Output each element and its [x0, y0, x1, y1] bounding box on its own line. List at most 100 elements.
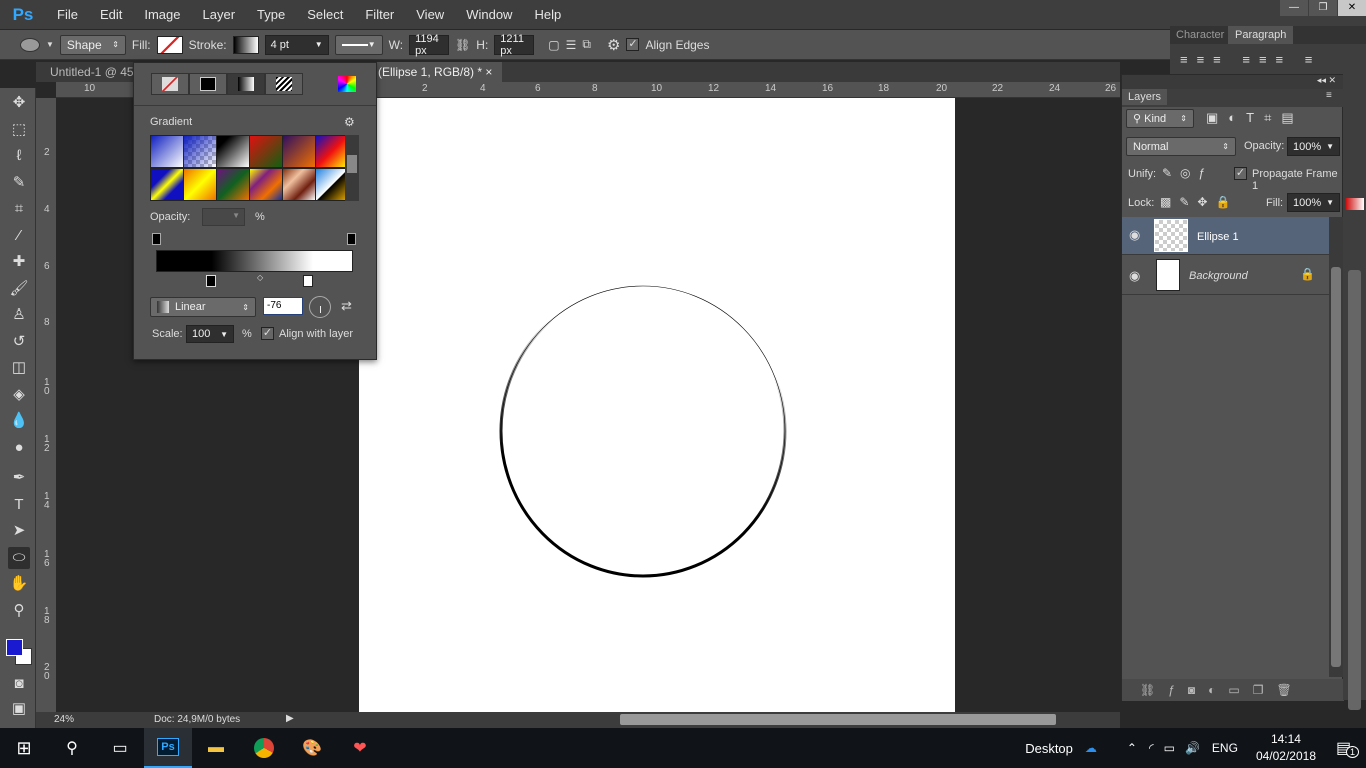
gradient-preset-copper[interactable] [283, 168, 315, 200]
layer-fill-input[interactable]: 100% ▼ [1287, 193, 1340, 212]
panel-menu-icon[interactable]: ≡ [1326, 90, 1332, 101]
minimize-button[interactable]: — [1280, 0, 1308, 16]
layers-footer-buttons[interactable]: ⛓ƒ◙◐▭❐🗑 [1122, 679, 1344, 701]
layer-opacity-input[interactable]: 100% ▼ [1287, 137, 1340, 156]
link-icon[interactable]: ⛓ [455, 38, 470, 52]
history-brush-tool-icon[interactable]: ↺ [8, 331, 30, 353]
volume-icon[interactable]: 🔊 [1185, 741, 1200, 755]
panel-collapse-close[interactable]: ◂◂ ✕ [1122, 75, 1344, 89]
zoom-level[interactable]: 24% [54, 714, 74, 725]
layer-filter-select[interactable]: ⚲ Kind ⇕ [1126, 109, 1194, 128]
path-select-tool-icon[interactable]: ➤ [8, 520, 30, 542]
presets-scrollbar[interactable] [345, 135, 359, 201]
tab-active-document[interactable]: (Ellipse 1, RGB/8) * × [368, 62, 503, 82]
hand-tool-icon[interactable]: ✋ [8, 573, 30, 595]
action-center-button[interactable]: ▤ 1 [1336, 738, 1366, 758]
fill-swatch[interactable] [156, 35, 183, 54]
gradient-preset-blue-red-yellow[interactable] [316, 136, 348, 167]
color-stop-white[interactable] [303, 275, 313, 287]
tab-layers[interactable]: Layers [1122, 89, 1168, 105]
pattern-button[interactable] [265, 73, 303, 95]
gradient-preset-orange-yellow-orange[interactable] [184, 168, 216, 200]
stroke-width-input[interactable]: 4 pt ▼ [264, 34, 329, 55]
path-alignment-icon[interactable]: ☰ [566, 38, 577, 52]
paint-icon[interactable]: 🎨 [288, 728, 336, 768]
eyedropper-tool-icon[interactable]: ⁄ [8, 225, 30, 247]
unify-icons[interactable]: ✎◎ƒ [1162, 166, 1213, 180]
layers-scrollbar[interactable] [1329, 217, 1343, 677]
start-button[interactable]: ⊞ [0, 728, 48, 768]
gradient-preset-red-green[interactable] [250, 136, 282, 167]
scale-input[interactable]: 100 ▼ [186, 325, 234, 343]
eye-icon[interactable]: ◉ [1129, 227, 1140, 243]
restore-button[interactable]: ❐ [1309, 0, 1337, 16]
gradient-preset-black-white[interactable] [217, 136, 249, 167]
move-tool-icon[interactable]: ✥ [8, 92, 30, 114]
opacity-stop-left[interactable] [152, 233, 161, 245]
midpoint-diamond[interactable]: ◇ [257, 273, 263, 282]
language-indicator[interactable]: ENG [1212, 741, 1238, 755]
dodge-tool-icon[interactable]: ● [8, 437, 30, 459]
paragraph-align-icons[interactable]: ≡≡≡ ≡≡≡ ≡ [1180, 52, 1321, 67]
onedrive-icon[interactable]: ☁ [1085, 741, 1097, 755]
paint-bucket-tool-icon[interactable]: ◈ [8, 384, 30, 406]
ellipse-tool-preset-icon[interactable] [20, 37, 40, 52]
healing-brush-tool-icon[interactable]: ✚ [8, 251, 30, 273]
layer-filter-icons[interactable]: ▣◐T⌗▤ [1206, 110, 1304, 126]
close-button[interactable]: ✕ [1338, 0, 1366, 16]
horizontal-scrollbar[interactable] [620, 714, 1056, 725]
stop-opacity-input[interactable]: ▼ [202, 208, 245, 226]
align-edges-checkbox[interactable]: ✓ [626, 38, 640, 51]
layer-name[interactable]: Background [1189, 270, 1248, 282]
gradient-preset-violet-green-orange[interactable] [217, 168, 249, 200]
gradient-preset-blue-white[interactable] [151, 136, 183, 167]
gradient-preset-blue-yellow-blue[interactable] [151, 168, 183, 200]
photoshop-taskbar-icon[interactable]: Ps [144, 728, 192, 768]
clock[interactable]: 14:14 04/02/2018 [1256, 731, 1316, 765]
gradient-preset-chrome[interactable] [316, 168, 348, 200]
gradient-preset-yellow-violet-orange-blue[interactable] [250, 168, 282, 200]
width-input[interactable]: 1194 px [409, 33, 450, 57]
menu-help[interactable]: Help [523, 7, 572, 22]
close-tab-icon[interactable]: × [485, 65, 492, 79]
ellipse-shape[interactable] [359, 98, 955, 712]
eye-icon[interactable]: ◉ [1129, 268, 1140, 284]
clone-stamp-tool-icon[interactable]: ♙ [8, 304, 30, 326]
layer-row-background[interactable]: ◉ Background 🔒 [1122, 256, 1329, 295]
maps-icon[interactable]: ❤ [336, 728, 384, 768]
marquee-tool-icon[interactable]: ⬚ [8, 119, 30, 141]
tab-untitled-1[interactable]: Untitled-1 @ 45, [40, 62, 147, 82]
quick-select-tool-icon[interactable]: ✎ [8, 172, 30, 194]
screen-mode-icon[interactable]: ▣ [8, 698, 30, 720]
brush-tool-icon[interactable]: 🖌 [8, 278, 30, 300]
tool-mode-select[interactable]: Shape ⇕ [59, 34, 126, 55]
lasso-tool-icon[interactable]: ℓ [8, 145, 30, 167]
chevron-down-icon[interactable]: ▼ [46, 40, 54, 49]
stroke-swatch[interactable] [232, 35, 259, 54]
tab-character[interactable]: Character [1176, 29, 1224, 41]
opacity-stop-right[interactable] [347, 233, 356, 245]
blur-tool-icon[interactable]: 💧 [8, 410, 30, 432]
chrome-icon[interactable] [240, 728, 288, 768]
battery-icon[interactable]: ▭ [1164, 741, 1175, 755]
gradient-bar[interactable] [156, 250, 353, 272]
crop-tool-icon[interactable]: ⌗ [8, 198, 30, 220]
pen-tool-icon[interactable]: ✒ [8, 467, 30, 489]
gradient-style-select[interactable]: Linear ⇕ [150, 297, 256, 317]
gear-icon[interactable]: ⚙ [344, 115, 355, 129]
menu-view[interactable]: View [405, 7, 455, 22]
align-with-layer-checkbox[interactable]: ✓ [261, 327, 274, 340]
angle-dial[interactable] [309, 296, 331, 318]
menu-type[interactable]: Type [246, 7, 296, 22]
menu-file[interactable]: File [46, 7, 89, 22]
propagate-checkbox[interactable]: ✓ [1234, 167, 1247, 180]
document-canvas[interactable] [359, 98, 955, 712]
zoom-tool-icon[interactable]: ⚲ [8, 600, 30, 622]
color-stop-black[interactable] [206, 275, 216, 287]
eraser-tool-icon[interactable]: ◫ [8, 357, 30, 379]
gradient-preset-blue-transparent[interactable] [184, 136, 216, 167]
show-hidden-icons[interactable]: ⌃ [1127, 741, 1137, 755]
quick-mask-icon[interactable]: ◙ [8, 673, 30, 695]
desktop-toolbar[interactable]: Desktop [1025, 741, 1073, 756]
gradient-button[interactable] [227, 73, 265, 95]
